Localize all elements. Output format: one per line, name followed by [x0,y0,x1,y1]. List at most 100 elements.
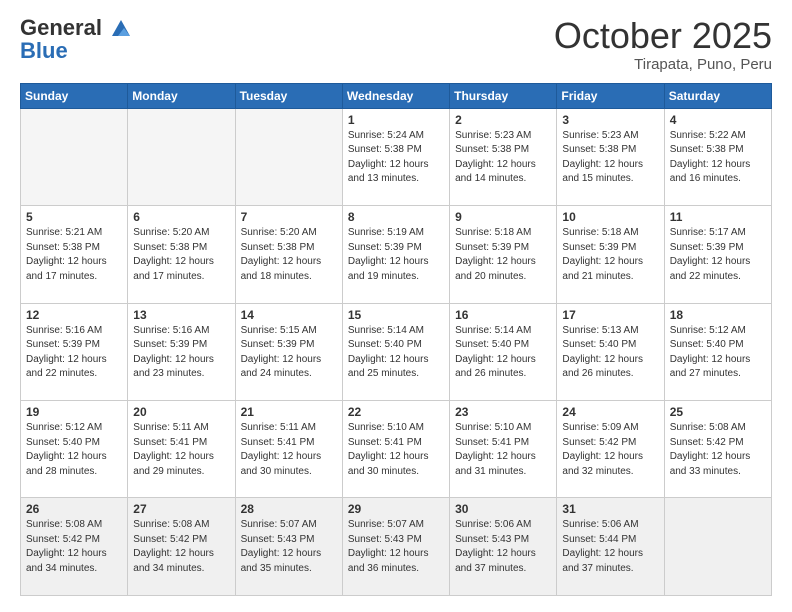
calendar-cell: 11 Sunrise: 5:17 AM Sunset: 5:39 PM Dayli… [664,206,771,303]
logo-icon [110,18,132,40]
cell-info: Sunrise: 5:06 AM Sunset: 5:44 PM Dayligh… [562,518,658,576]
calendar-cell: 6 Sunrise: 5:20 AM Sunset: 5:38 PM Daylig… [128,206,235,303]
cell-info: Sunrise: 5:24 AM Sunset: 5:38 PM Dayligh… [348,129,444,187]
cell-info: Sunrise: 5:12 AM Sunset: 5:40 PM Dayligh… [26,421,122,479]
week-row-1: 1 Sunrise: 5:24 AM Sunset: 5:38 PM Daylig… [21,108,772,205]
calendar-cell: 4 Sunrise: 5:22 AM Sunset: 5:38 PM Daylig… [664,108,771,205]
cell-info: Sunrise: 5:17 AM Sunset: 5:39 PM Dayligh… [670,226,766,284]
day-number: 18 [670,308,766,322]
cell-info: Sunrise: 5:21 AM Sunset: 5:38 PM Dayligh… [26,226,122,284]
calendar-cell: 25Sunrise: 5:08 AM Sunset: 5:42 PM Dayli… [664,401,771,498]
cell-info: Sunrise: 5:12 AM Sunset: 5:40 PM Dayligh… [670,324,766,382]
cell-info: Sunrise: 5:18 AM Sunset: 5:39 PM Dayligh… [562,226,658,284]
week-row-5: 26 Sunrise: 5:08 AM Sunset: 5:42 PM Dayli… [21,498,772,596]
calendar-cell [235,108,342,205]
day-number: 19 [26,405,122,419]
cell-info: Sunrise: 5:16 AM Sunset: 5:39 PM Dayligh… [133,324,229,382]
day-number: 12 [26,308,122,322]
calendar-cell: 12 Sunrise: 5:16 AM Sunset: 5:39 PM Dayli… [21,303,128,400]
day-number: 14 [241,308,337,322]
cell-info: Sunrise: 5:13 AM Sunset: 5:40 PM Dayligh… [562,324,658,382]
calendar-cell [128,108,235,205]
day-number: 2 [455,113,551,127]
cell-info: Sunrise: 5:11 AM Sunset: 5:41 PM Dayligh… [241,421,337,479]
day-number: 29 [348,502,444,516]
day-number: 1 [348,113,444,127]
week-row-3: 12 Sunrise: 5:16 AM Sunset: 5:39 PM Dayli… [21,303,772,400]
calendar-cell: 26 Sunrise: 5:08 AM Sunset: 5:42 PM Dayli… [21,498,128,596]
calendar-cell: 8 Sunrise: 5:19 AM Sunset: 5:39 PM Daylig… [342,206,449,303]
logo-general: General [20,16,132,40]
header-sunday: Sunday [21,83,128,108]
cell-info: Sunrise: 5:16 AM Sunset: 5:39 PM Dayligh… [26,324,122,382]
day-number: 27 [133,502,229,516]
calendar-cell: 10Sunrise: 5:18 AM Sunset: 5:39 PM Dayli… [557,206,664,303]
logo-blue: Blue [20,38,132,64]
day-number: 5 [26,210,122,224]
cell-info: Sunrise: 5:10 AM Sunset: 5:41 PM Dayligh… [348,421,444,479]
calendar-cell: 29 Sunrise: 5:07 AM Sunset: 5:43 PM Dayli… [342,498,449,596]
day-number: 11 [670,210,766,224]
logo: General Blue [20,16,132,64]
month-title: October 2025 [554,16,772,56]
calendar-cell: 17Sunrise: 5:13 AM Sunset: 5:40 PM Dayli… [557,303,664,400]
cell-info: Sunrise: 5:06 AM Sunset: 5:43 PM Dayligh… [455,518,551,576]
header-tuesday: Tuesday [235,83,342,108]
cell-info: Sunrise: 5:07 AM Sunset: 5:43 PM Dayligh… [348,518,444,576]
page: General Blue October 2025 Tirapata, Puno… [0,0,792,612]
calendar-cell: 28 Sunrise: 5:07 AM Sunset: 5:43 PM Dayli… [235,498,342,596]
week-row-2: 5 Sunrise: 5:21 AM Sunset: 5:38 PM Daylig… [21,206,772,303]
day-number: 9 [455,210,551,224]
cell-info: Sunrise: 5:14 AM Sunset: 5:40 PM Dayligh… [348,324,444,382]
calendar-cell: 7 Sunrise: 5:20 AM Sunset: 5:38 PM Daylig… [235,206,342,303]
cell-info: Sunrise: 5:15 AM Sunset: 5:39 PM Dayligh… [241,324,337,382]
cell-info: Sunrise: 5:20 AM Sunset: 5:38 PM Dayligh… [241,226,337,284]
day-number: 13 [133,308,229,322]
calendar-cell [664,498,771,596]
day-number: 25 [670,405,766,419]
calendar-cell: 30 Sunrise: 5:06 AM Sunset: 5:43 PM Dayli… [450,498,557,596]
calendar-cell: 1 Sunrise: 5:24 AM Sunset: 5:38 PM Daylig… [342,108,449,205]
cell-info: Sunrise: 5:10 AM Sunset: 5:41 PM Dayligh… [455,421,551,479]
logo-text: General Blue [20,16,132,64]
cell-info: Sunrise: 5:08 AM Sunset: 5:42 PM Dayligh… [133,518,229,576]
cell-info: Sunrise: 5:22 AM Sunset: 5:38 PM Dayligh… [670,129,766,187]
header-monday: Monday [128,83,235,108]
day-number: 4 [670,113,766,127]
day-number: 16 [455,308,551,322]
header: General Blue October 2025 Tirapata, Puno… [20,16,772,73]
calendar-cell: 23Sunrise: 5:10 AM Sunset: 5:41 PM Dayli… [450,401,557,498]
day-number: 30 [455,502,551,516]
calendar-cell: 27 Sunrise: 5:08 AM Sunset: 5:42 PM Dayli… [128,498,235,596]
calendar-table: SundayMondayTuesdayWednesdayThursdayFrid… [20,83,772,596]
calendar-cell: 18 Sunrise: 5:12 AM Sunset: 5:40 PM Dayli… [664,303,771,400]
week-row-4: 19 Sunrise: 5:12 AM Sunset: 5:40 PM Dayli… [21,401,772,498]
day-number: 24 [562,405,658,419]
calendar-cell: 24 Sunrise: 5:09 AM Sunset: 5:42 PM Dayli… [557,401,664,498]
day-number: 7 [241,210,337,224]
day-number: 22 [348,405,444,419]
cell-info: Sunrise: 5:14 AM Sunset: 5:40 PM Dayligh… [455,324,551,382]
cell-info: Sunrise: 5:23 AM Sunset: 5:38 PM Dayligh… [562,129,658,187]
calendar-cell: 13 Sunrise: 5:16 AM Sunset: 5:39 PM Dayli… [128,303,235,400]
calendar-cell: 3Sunrise: 5:23 AM Sunset: 5:38 PM Daylig… [557,108,664,205]
calendar-cell: 2 Sunrise: 5:23 AM Sunset: 5:38 PM Daylig… [450,108,557,205]
day-number: 26 [26,502,122,516]
cell-info: Sunrise: 5:20 AM Sunset: 5:38 PM Dayligh… [133,226,229,284]
calendar-cell: 16 Sunrise: 5:14 AM Sunset: 5:40 PM Dayli… [450,303,557,400]
cell-info: Sunrise: 5:08 AM Sunset: 5:42 PM Dayligh… [26,518,122,576]
header-thursday: Thursday [450,83,557,108]
calendar-cell: 14 Sunrise: 5:15 AM Sunset: 5:39 PM Dayli… [235,303,342,400]
day-number: 8 [348,210,444,224]
cell-info: Sunrise: 5:19 AM Sunset: 5:39 PM Dayligh… [348,226,444,284]
cell-info: Sunrise: 5:23 AM Sunset: 5:38 PM Dayligh… [455,129,551,187]
cell-info: Sunrise: 5:18 AM Sunset: 5:39 PM Dayligh… [455,226,551,284]
cell-info: Sunrise: 5:07 AM Sunset: 5:43 PM Dayligh… [241,518,337,576]
calendar-cell: 15Sunrise: 5:14 AM Sunset: 5:40 PM Dayli… [342,303,449,400]
calendar-cell: 20Sunrise: 5:11 AM Sunset: 5:41 PM Dayli… [128,401,235,498]
header-friday: Friday [557,83,664,108]
day-number: 20 [133,405,229,419]
cell-info: Sunrise: 5:09 AM Sunset: 5:42 PM Dayligh… [562,421,658,479]
day-number: 6 [133,210,229,224]
day-number: 28 [241,502,337,516]
